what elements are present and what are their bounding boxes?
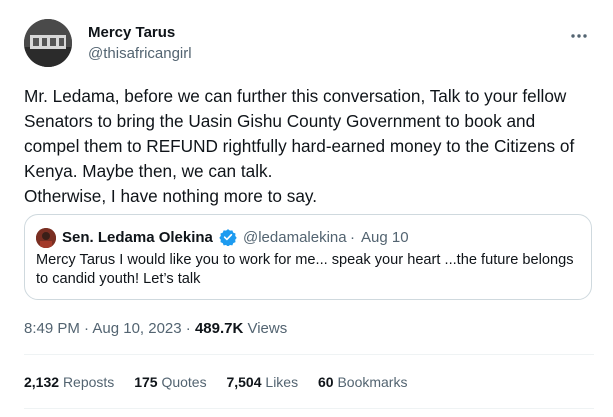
divider-top xyxy=(24,354,594,355)
author-handle[interactable]: @thisafricangirl xyxy=(88,45,192,62)
bookmarks-count: 60 xyxy=(317,374,334,390)
tweet-text: Mr. Ledama, before we can further this c… xyxy=(24,86,575,206)
author-avatar-image xyxy=(24,19,72,67)
likes-count: 7,504 xyxy=(226,374,262,390)
more-options-button[interactable] xyxy=(565,22,593,50)
verified-badge-icon xyxy=(219,228,237,247)
quoted-author-avatar[interactable] xyxy=(36,228,56,248)
views-count: 489.7K xyxy=(194,320,244,337)
tweet-timestamp[interactable]: 8:49 PM · Aug 10, 2023 · xyxy=(24,320,195,337)
quotes-label: Quotes xyxy=(161,374,207,390)
quoted-tweet[interactable]: Sen. Ledama Olekina @ledamalekina · Aug … xyxy=(24,214,592,300)
author-avatar[interactable] xyxy=(24,19,72,67)
author-name[interactable]: Mercy Tarus xyxy=(88,24,175,41)
reposts-count: 2,132 xyxy=(24,374,60,390)
bookmarks-stat[interactable]: 60 Bookmarks xyxy=(318,374,408,390)
tweet-meta: 8:49 PM · Aug 10, 2023 · 489.7K Views xyxy=(24,320,287,337)
quoted-author-name[interactable]: Sen. Ledama Olekina xyxy=(62,229,213,246)
quoted-avatar-image xyxy=(36,228,56,248)
reposts-stat[interactable]: 2,132 Reposts xyxy=(24,374,114,390)
engagement-stats: 2,132 Reposts 175 Quotes 7,504 Likes 60 … xyxy=(24,374,423,390)
divider-bottom xyxy=(24,408,594,409)
quoted-separator: · xyxy=(350,229,355,246)
quotes-count: 175 xyxy=(134,374,158,390)
likes-label: Likes xyxy=(265,374,299,390)
more-dots-icon xyxy=(571,34,587,38)
tweet: Mercy Tarus @thisafricangirl Mr. Ledama,… xyxy=(0,0,613,417)
quoted-text: Mercy Tarus I would like you to work for… xyxy=(36,252,574,287)
quoted-author-handle[interactable]: @ledamalekina xyxy=(243,229,347,246)
bookmarks-label: Bookmarks xyxy=(337,374,408,390)
reposts-label: Reposts xyxy=(62,374,115,390)
quoted-date[interactable]: Aug 10 xyxy=(361,229,409,246)
views-label: Views xyxy=(243,320,288,337)
likes-stat[interactable]: 7,504 Likes xyxy=(226,374,298,390)
quotes-stat[interactable]: 175 Quotes xyxy=(134,374,206,390)
